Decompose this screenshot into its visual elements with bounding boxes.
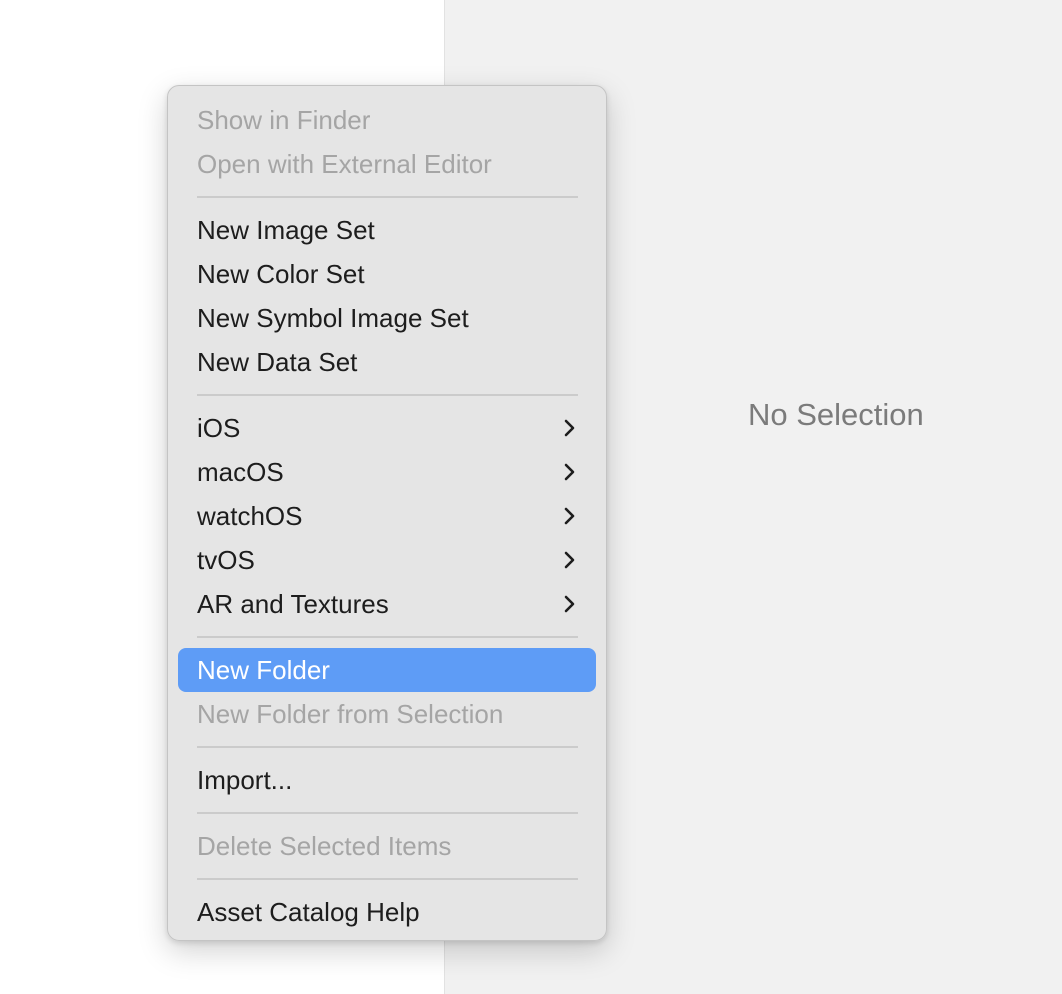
- menu-item-new-data-set[interactable]: New Data Set: [178, 340, 596, 384]
- menu-item-new-image-set[interactable]: New Image Set: [178, 208, 596, 252]
- menu-item-open-with-external-editor: Open with External Editor: [178, 142, 596, 186]
- menu-item-label: New Folder from Selection: [197, 699, 504, 729]
- menu-item-label: Delete Selected Items: [197, 831, 452, 861]
- menu-item-label: macOS: [197, 457, 284, 487]
- menu-item-label: New Image Set: [197, 215, 375, 245]
- no-selection-label: No Selection: [748, 397, 924, 432]
- menu-item-watchos[interactable]: watchOS: [178, 494, 596, 538]
- chevron-right-icon: [564, 551, 575, 569]
- menu-item-delete-selected-items: Delete Selected Items: [178, 824, 596, 868]
- chevron-right-icon: [564, 595, 575, 613]
- menu-item-label: New Symbol Image Set: [197, 303, 469, 333]
- menu-separator: [197, 812, 578, 814]
- menu-item-new-color-set[interactable]: New Color Set: [178, 252, 596, 296]
- menu-separator: [197, 746, 578, 748]
- menu-item-ios[interactable]: iOS: [178, 406, 596, 450]
- menu-item-show-in-finder: Show in Finder: [178, 98, 596, 142]
- menu-item-label: Open with External Editor: [197, 149, 492, 179]
- menu-separator: [197, 196, 578, 198]
- menu-item-label: watchOS: [197, 501, 303, 531]
- menu-item-label: Show in Finder: [197, 105, 371, 135]
- menu-item-new-folder-from-selection: New Folder from Selection: [178, 692, 596, 736]
- menu-item-asset-catalog-help[interactable]: Asset Catalog Help: [178, 890, 596, 934]
- context-menu: Show in Finder Open with External Editor N…: [167, 85, 607, 941]
- menu-item-macos[interactable]: macOS: [178, 450, 596, 494]
- menu-item-label: iOS: [197, 413, 241, 443]
- menu-item-tvos[interactable]: tvOS: [178, 538, 596, 582]
- menu-item-label: New Data Set: [197, 347, 358, 377]
- menu-item-label: New Color Set: [197, 259, 365, 289]
- menu-item-label: New Folder: [197, 655, 330, 685]
- menu-item-label: Import...: [197, 765, 293, 795]
- menu-item-new-folder[interactable]: New Folder: [178, 648, 596, 692]
- chevron-right-icon: [564, 463, 575, 481]
- menu-separator: [197, 636, 578, 638]
- menu-item-label: Asset Catalog Help: [197, 897, 420, 927]
- chevron-right-icon: [564, 419, 575, 437]
- chevron-right-icon: [564, 507, 575, 525]
- menu-item-new-symbol-image-set[interactable]: New Symbol Image Set: [178, 296, 596, 340]
- menu-separator: [197, 394, 578, 396]
- menu-item-import[interactable]: Import...: [178, 758, 596, 802]
- menu-item-label: AR and Textures: [197, 589, 389, 619]
- menu-separator: [197, 878, 578, 880]
- asset-catalog-window: No Selection Show in Finder Open with Ext…: [0, 0, 1062, 994]
- menu-item-label: tvOS: [197, 545, 255, 575]
- menu-item-ar-and-textures[interactable]: AR and Textures: [178, 582, 596, 626]
